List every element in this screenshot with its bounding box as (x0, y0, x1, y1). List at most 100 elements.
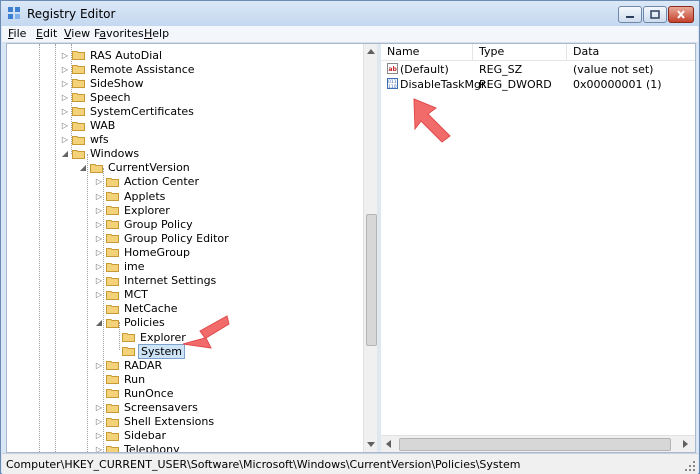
resize-grip-icon[interactable] (684, 460, 696, 472)
tree-node-label: Applets (124, 189, 166, 203)
scroll-right-icon[interactable] (683, 440, 689, 448)
tree-scroll-thumb[interactable] (366, 214, 377, 346)
tree-node[interactable]: ▷ Speech (61, 90, 133, 104)
collapse-icon[interactable]: ◢ (95, 318, 103, 327)
tree-node[interactable]: System (111, 343, 186, 359)
scroll-left-icon[interactable] (385, 440, 391, 448)
value-row-default[interactable]: ab (Default) REG_SZ (value not set) (381, 62, 695, 77)
tree-node-label: RADAR (124, 358, 163, 372)
title-bar[interactable]: Registry Editor (1, 1, 699, 26)
menu-help[interactable]: Help (144, 27, 169, 40)
tree-node-label: Windows (90, 147, 140, 161)
expand-icon[interactable]: ▷ (95, 234, 103, 243)
collapse-icon[interactable]: ◢ (61, 149, 69, 158)
expand-icon[interactable]: ▷ (95, 403, 103, 412)
menu-view[interactable]: View (64, 27, 90, 40)
expand-icon[interactable]: ▷ (95, 445, 103, 452)
expand-icon (95, 375, 103, 384)
tree-vertical-scrollbar[interactable] (363, 44, 377, 452)
expand-icon[interactable]: ▷ (61, 65, 69, 74)
expand-icon[interactable]: ▷ (95, 248, 103, 257)
tree-node[interactable]: ◢ CurrentVersion (79, 161, 192, 175)
tree-node-label: Shell Extensions (124, 415, 215, 429)
folder-icon (72, 107, 85, 117)
folder-icon (106, 431, 119, 441)
close-button[interactable] (668, 6, 694, 23)
registry-tree[interactable]: ▷ RAS AutoDial ▷ Remote Assistance ▷ SideShow… (7, 44, 363, 452)
expand-icon[interactable]: ▷ (95, 177, 103, 186)
tree-node[interactable]: NetCache (95, 302, 180, 316)
expand-icon[interactable]: ▷ (61, 107, 69, 116)
tree-node[interactable]: ▷ Sidebar (95, 429, 168, 443)
expand-icon[interactable]: ▷ (95, 290, 103, 299)
folder-icon (72, 121, 85, 131)
expand-icon[interactable]: ▷ (95, 361, 103, 370)
tree-node[interactable]: ▷ Group Policy (95, 217, 195, 231)
expand-icon[interactable]: ▷ (95, 417, 103, 426)
expand-icon[interactable]: ▷ (61, 51, 69, 60)
tree-node[interactable]: Explorer (111, 330, 188, 344)
menu-file[interactable]: File (8, 27, 26, 40)
menu-favorites[interactable]: Favorites (94, 27, 144, 40)
expand-icon[interactable]: ▷ (61, 121, 69, 130)
tree-node[interactable]: ▷ Internet Settings (95, 274, 218, 288)
tree-node[interactable]: ▷ ime (95, 260, 147, 274)
maximize-button[interactable] (643, 6, 667, 23)
expand-icon[interactable]: ▷ (95, 431, 103, 440)
expand-icon[interactable]: ▷ (61, 93, 69, 102)
scroll-down-icon[interactable] (367, 442, 375, 448)
tree-node[interactable]: ▷ Action Center (95, 175, 201, 189)
tree-guide-line (87, 154, 88, 452)
tree-node[interactable]: ▷ HomeGroup (95, 245, 192, 259)
string-value-icon: ab (387, 63, 398, 74)
list-scroll-thumb[interactable] (399, 438, 671, 451)
expand-icon[interactable]: ▷ (95, 220, 103, 229)
tree-node[interactable]: ▷ Telephony (95, 443, 182, 452)
folder-icon (106, 403, 119, 413)
tree-node[interactable]: ▷ RADAR (95, 358, 164, 372)
folder-icon (106, 375, 119, 385)
annotation-arrow-icon (182, 315, 230, 349)
tree-node[interactable]: ▷ Remote Assistance (61, 62, 197, 76)
tree-node[interactable]: ▷ MCT (95, 288, 150, 302)
tree-node[interactable]: ▷ Explorer (95, 203, 172, 217)
menu-edit[interactable]: Edit (36, 27, 57, 40)
expand-icon[interactable]: ▷ (61, 135, 69, 144)
tree-node-label: Speech (90, 90, 131, 104)
column-header-data[interactable]: Data (567, 44, 695, 61)
expand-icon[interactable]: ▷ (95, 192, 103, 201)
tree-node[interactable]: ◢ Policies (95, 316, 167, 330)
list-horizontal-scrollbar[interactable] (381, 435, 695, 452)
tree-node[interactable]: ▷ WAB (61, 119, 117, 133)
column-header-type[interactable]: Type (473, 44, 567, 61)
tree-node[interactable]: ▷ SideShow (61, 76, 145, 90)
tree-node[interactable]: ▷ SystemCertificates (61, 104, 196, 118)
value-row-disabletaskmgr[interactable]: 011 110 DisableTaskMgr REG_DWORD 0x00000… (381, 77, 695, 92)
tree-node[interactable]: ▷ wfs (61, 133, 111, 147)
tree-node[interactable]: ▷ Shell Extensions (95, 415, 216, 429)
tree-node[interactable]: ▷ Group Policy Editor (95, 231, 231, 245)
tree-node-label: Sidebar (124, 429, 167, 443)
expand-icon[interactable]: ▷ (95, 276, 103, 285)
tree-node[interactable]: ▷ Applets (95, 189, 167, 203)
scroll-up-icon[interactable] (367, 48, 375, 54)
tree-node[interactable]: ◢ Windows (61, 147, 141, 161)
tree-node-label: Group Policy Editor (124, 231, 229, 245)
expand-icon[interactable]: ▷ (95, 206, 103, 215)
tree-node[interactable]: RunOnce (95, 386, 176, 400)
expand-icon[interactable]: ▷ (61, 79, 69, 88)
collapse-icon[interactable]: ◢ (79, 163, 87, 172)
tree-node[interactable]: Run (95, 372, 147, 386)
folder-icon (106, 445, 119, 452)
folder-icon (90, 163, 103, 173)
tree-node[interactable]: ▷ RAS AutoDial (61, 48, 164, 62)
expand-icon[interactable]: ▷ (95, 262, 103, 271)
expand-icon (111, 333, 119, 342)
tree-node-label: CurrentVersion (108, 161, 190, 175)
tree-node[interactable]: ▷ Screensavers (95, 401, 200, 415)
folder-icon (106, 220, 119, 230)
folder-icon (72, 79, 85, 89)
folder-icon (72, 51, 85, 60)
minimize-button[interactable] (618, 6, 642, 23)
column-header-name[interactable]: Name (381, 44, 473, 61)
